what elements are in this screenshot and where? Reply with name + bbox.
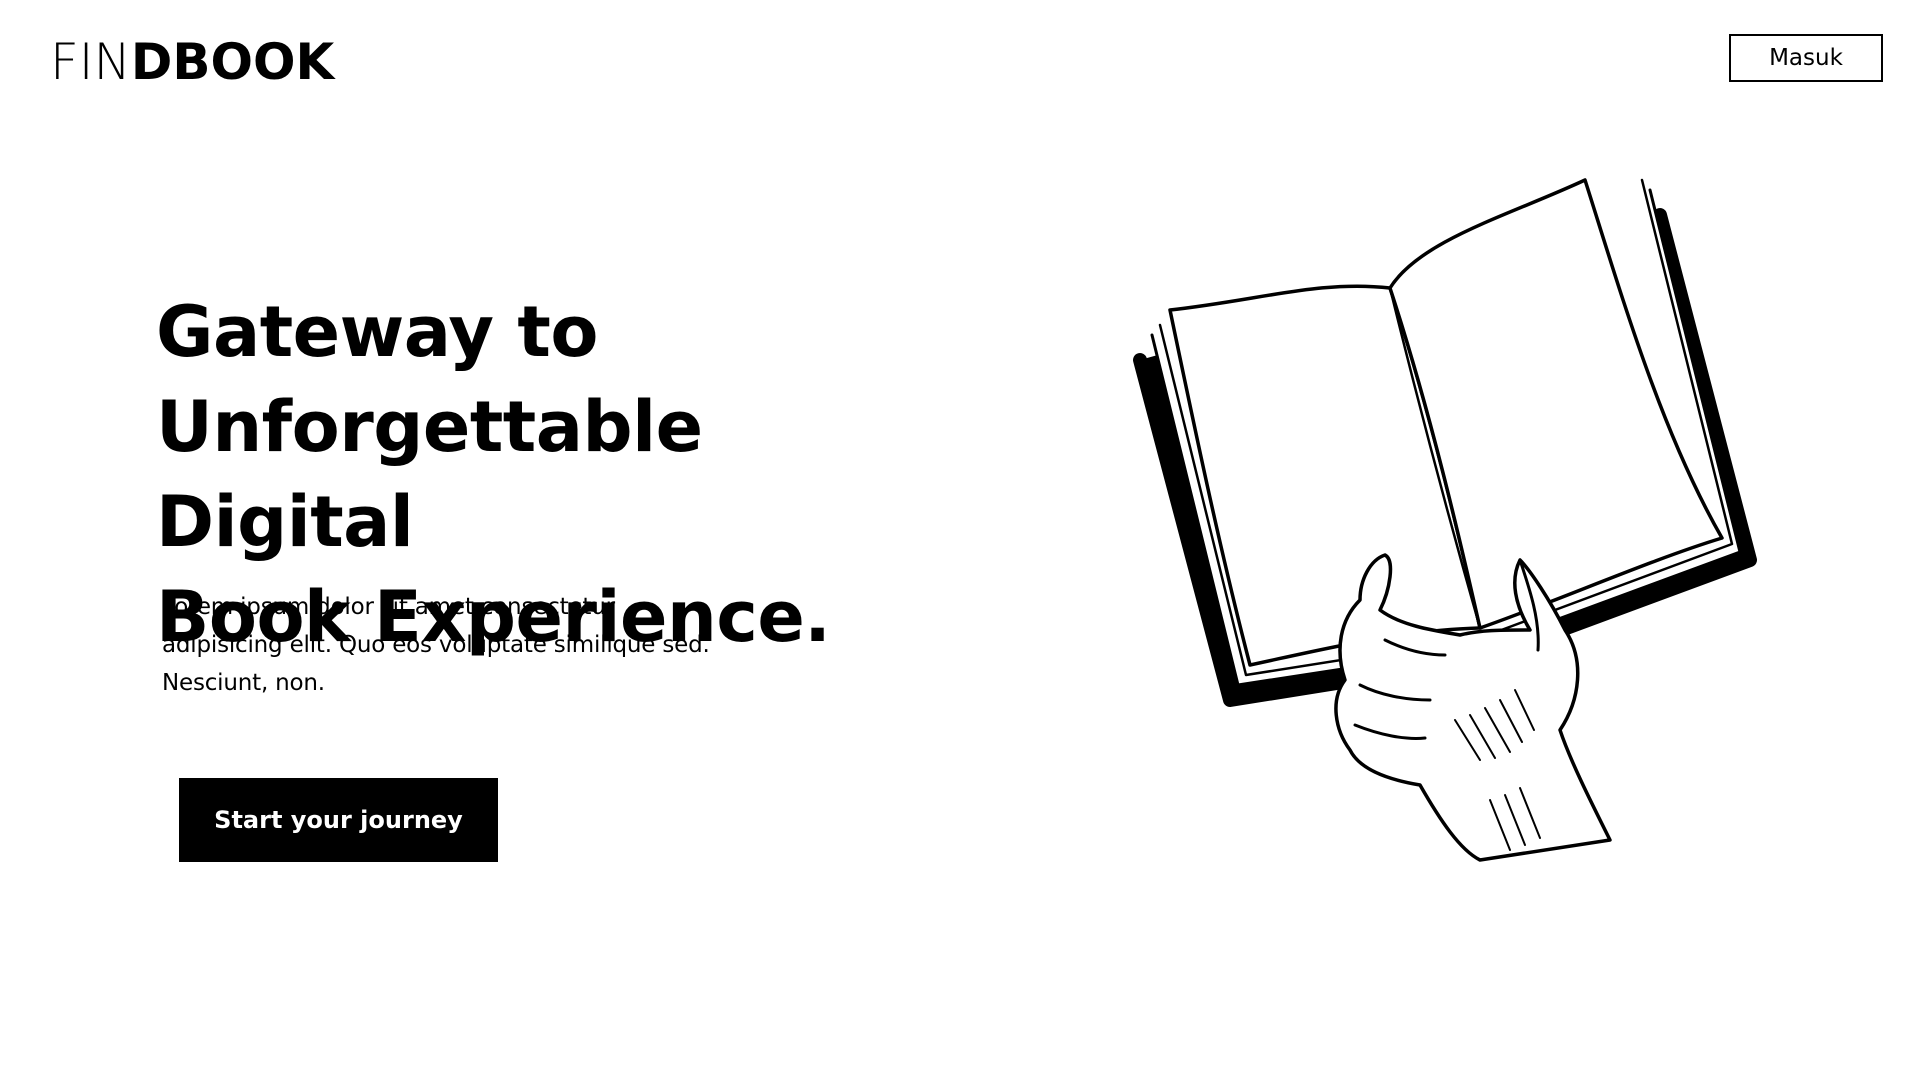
start-journey-button[interactable]: Start your journey xyxy=(179,778,498,862)
logo-light-text: FIN xyxy=(50,33,131,91)
login-button[interactable]: Masuk xyxy=(1729,34,1883,82)
hero-title-line-1: Gateway to xyxy=(156,291,598,373)
brand-logo[interactable]: FINDBOOK xyxy=(50,34,334,90)
hero-title-line-2: Unforgettable Digital xyxy=(156,386,703,563)
hero-description: Lorem ipsum dolor sit amet consectetur a… xyxy=(162,594,710,696)
hand-holding-book-illustration xyxy=(1133,178,1757,862)
logo-bold-text: DBOOK xyxy=(130,33,335,91)
